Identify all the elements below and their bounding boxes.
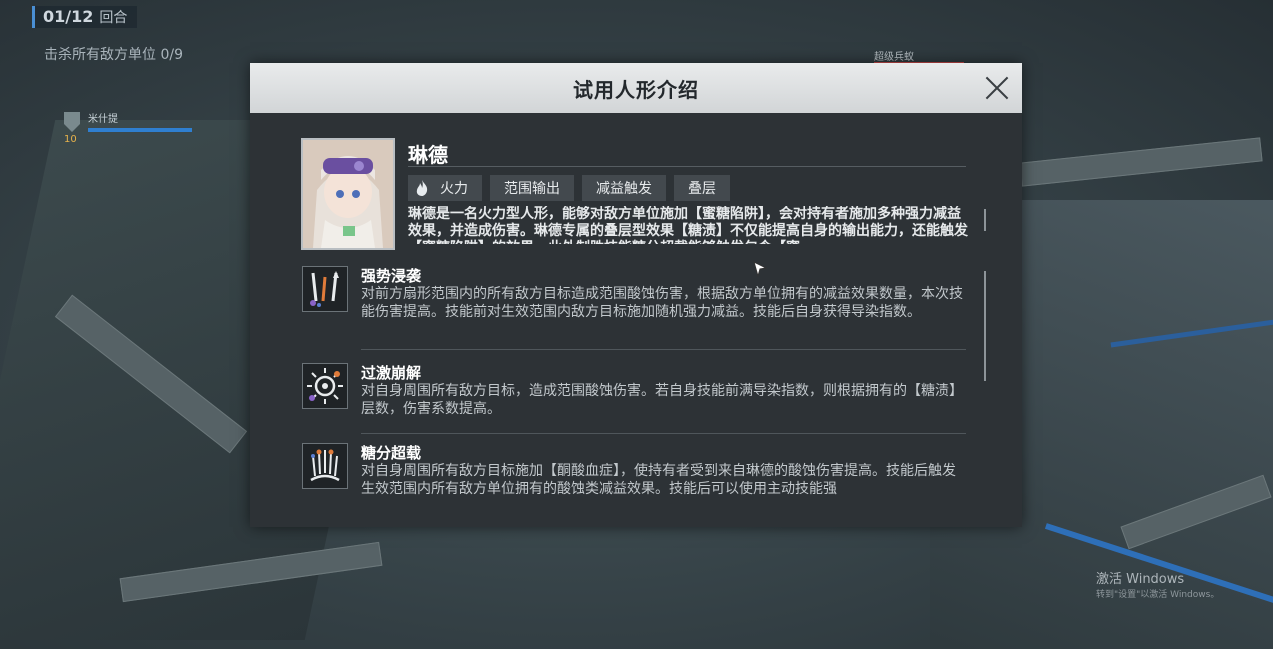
round-current: 01/12 <box>43 7 94 26</box>
tag-firepower: 火力 <box>408 175 482 201</box>
overload-skill-icon <box>302 443 348 489</box>
ally-health-bar <box>88 128 192 132</box>
skill-description: 对自身周围所有敌方目标施加【酮酸血症】，使持有者受到来自琳德的酸蚀伤害提高。技能… <box>361 463 956 497</box>
skill-description: 对前方扇形范围内的所有敌方目标造成范围酸蚀伤害，根据敌方单位拥有的减益效果数量，… <box>361 286 963 320</box>
tag-stacking: 叠层 <box>674 175 730 201</box>
skill-list[interactable]: 强势浸袭 对前方扇形范围内的所有敌方目标造成范围酸蚀伤害，根据敌方单位拥有的减益… <box>300 263 968 497</box>
character-portrait <box>301 138 395 250</box>
round-suffix: 回合 <box>99 10 128 26</box>
close-button[interactable] <box>980 71 1014 105</box>
burst-skill-icon <box>302 363 348 409</box>
windows-activation-watermark: 激活 Windows 转到"设置"以激活 Windows。 <box>1096 568 1219 600</box>
tag-label: 叠层 <box>688 181 716 197</box>
map-wall <box>1019 137 1263 187</box>
mission-objective: 击杀所有敌方单位 0/9 <box>44 47 183 63</box>
watermark-line2: 转到"设置"以激活 Windows。 <box>1096 590 1220 600</box>
ally-level: 10 <box>64 134 77 145</box>
tag-aoe: 范围输出 <box>490 175 574 201</box>
enemy-unit-tag[interactable]: 超级兵蚁 <box>850 28 970 68</box>
strike-skill-icon <box>302 266 348 312</box>
tag-label: 减益触发 <box>596 181 652 197</box>
round-counter: 01/12 回合 <box>32 6 138 28</box>
tag-label: 范围输出 <box>504 181 560 197</box>
game-scene: 01/12 回合 击杀所有敌方单位 0/9 米什提 10 超级兵蚁 激活 Wind… <box>0 0 1273 649</box>
mouse-cursor-icon <box>753 261 767 277</box>
ally-name: 米什提 <box>88 114 118 125</box>
skills-scrollbar[interactable] <box>984 271 986 381</box>
enemy-name: 超级兵蚁 <box>874 52 914 63</box>
shield-icon <box>64 112 80 132</box>
skill-name: 过激崩解 <box>361 364 422 382</box>
character-name: 琳德 <box>408 143 448 167</box>
skill-name: 强势浸袭 <box>361 267 422 285</box>
tag-label: 火力 <box>440 181 468 197</box>
divider <box>361 349 966 350</box>
flame-icon <box>416 180 428 196</box>
dialog-title: 试用人形介绍 <box>573 77 699 102</box>
doll-intro-dialog: 试用人形介绍 琳德 火力 范围输出 减益触发 叠层 琳德是一名火力型人形，能够对… <box>250 63 1022 527</box>
divider <box>408 166 966 167</box>
skill-name: 糖分超载 <box>361 444 422 462</box>
character-description[interactable]: 琳德是一名火力型人形，能够对敌方单位施加【蜜糖陷阱】，会对持有者施加多种强力减益… <box>408 206 968 244</box>
description-scrollbar[interactable] <box>984 209 986 231</box>
watermark-line1: 激活 Windows <box>1096 572 1185 587</box>
divider <box>361 433 966 434</box>
character-tags: 火力 范围输出 减益触发 叠层 <box>408 175 730 201</box>
skill-description: 对自身周围所有敌方目标，造成范围酸蚀伤害。若自身技能前满导染指数，则根据拥有的【… <box>361 383 963 417</box>
character-portrait-art <box>303 140 393 248</box>
ally-unit-tag[interactable]: 米什提 10 <box>60 92 200 152</box>
tag-debuff-trigger: 减益触发 <box>582 175 666 201</box>
dialog-header: 试用人形介绍 <box>250 63 1022 113</box>
